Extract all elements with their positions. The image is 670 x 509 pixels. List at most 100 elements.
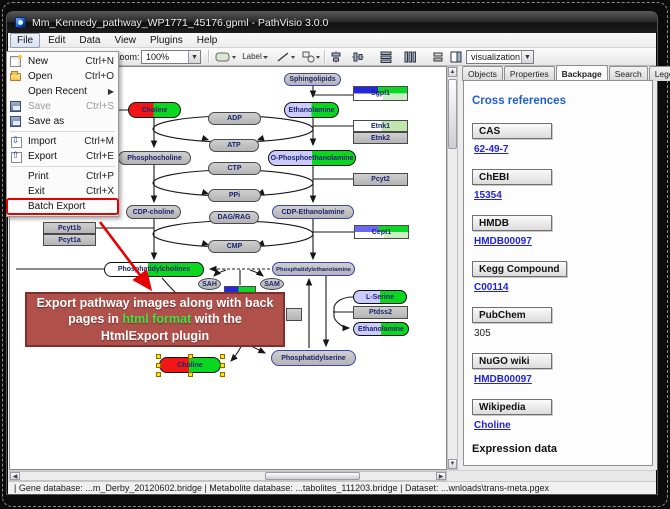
file-menu-item-exit[interactable]: ExitCtrl+X (7, 184, 118, 199)
node-sphingolipids[interactable]: Sphingolipids (284, 73, 341, 86)
gene-etnk1[interactable]: Etnk1 (353, 120, 408, 132)
scroll-up-icon[interactable]: ▲ (448, 67, 457, 77)
label-tool-button[interactable]: Label (241, 49, 271, 64)
node-phosphocholine[interactable]: Phosphocholine (118, 151, 191, 165)
node-ethanolamine[interactable]: Ethanolamine (284, 102, 339, 118)
menu-icon-empty (10, 201, 23, 212)
node-ethanolamine-2[interactable]: Ethanolamine (353, 322, 409, 336)
new-icon-cell (10, 56, 23, 67)
node-adp[interactable]: ADP (208, 112, 261, 125)
file-menu-item-open-recent[interactable]: Open Recent▶ (7, 84, 118, 99)
scroll-left-icon[interactable]: ◀ (10, 472, 20, 480)
chevron-down-icon[interactable]: ▼ (521, 51, 533, 63)
canvas-horizontal-scrollbar[interactable]: ◀ ▶ (9, 471, 447, 481)
menubar-item-file[interactable]: File (10, 33, 40, 48)
file-menu-item-new[interactable]: NewCtrl+N (7, 54, 118, 69)
menubar-item-view[interactable]: View (108, 34, 142, 47)
node-o-phosphoethanolamine[interactable]: O-Phosphoethanolamine (268, 150, 356, 166)
selection-handle[interactable] (156, 354, 161, 359)
visualization-combobox[interactable]: visualization ▼ (466, 50, 534, 64)
selection-handle[interactable] (188, 354, 193, 359)
node-ppi[interactable]: PPi (208, 189, 261, 202)
menubar-item-edit[interactable]: Edit (42, 34, 71, 47)
zoom-combobox[interactable]: 100% ▼ (141, 50, 201, 64)
xref-section-hmdb: HMDBHMDB00097 (472, 213, 644, 247)
align-center-horizontal-button[interactable] (350, 49, 366, 64)
stack-layers-button[interactable] (430, 49, 446, 64)
node-label: O-Phosphoethanolamine (271, 155, 354, 162)
node-choline[interactable]: Choline (128, 102, 181, 118)
selection-handle[interactable] (220, 363, 225, 368)
node-choline-selected[interactable]: Choline (159, 357, 221, 373)
xref-link[interactable]: HMDB00097 (474, 374, 532, 385)
distribute-columns-button[interactable] (402, 49, 418, 64)
node-phosphatidylserine[interactable]: Phosphatidylserine (271, 350, 356, 366)
node-cmp[interactable]: CMP (208, 240, 261, 253)
submenu-arrow-icon: ▶ (108, 87, 114, 96)
canvas-vertical-scrollbar[interactable]: ▲ ▼ (447, 66, 458, 470)
node-label: Phosphatidylserine (281, 355, 346, 362)
vertical-scroll-thumb[interactable] (448, 79, 457, 149)
scroll-right-icon[interactable]: ▶ (436, 472, 446, 480)
file-menu-item-save[interactable]: SaveCtrl+S (7, 99, 118, 114)
node-dag[interactable]: DAG/RAG (209, 211, 259, 224)
tab-objects[interactable]: Objects (462, 66, 503, 81)
distribute-rows-button[interactable] (378, 49, 394, 64)
gene-pcyt1a[interactable]: Pcyt1a (43, 234, 96, 246)
scroll-down-icon[interactable]: ▼ (448, 459, 457, 469)
selection-handle[interactable] (188, 372, 193, 377)
chevron-down-icon[interactable]: ▼ (188, 51, 200, 63)
file-menu-item-import[interactable]: ImportCtrl+M (7, 134, 118, 149)
file-menu-item-save-as[interactable]: Save as (7, 114, 118, 129)
gene-ptdss2[interactable]: Ptdss2 (353, 306, 408, 319)
selection-handle[interactable] (156, 372, 161, 377)
file-menu-item-export[interactable]: ExportCtrl+E (7, 149, 118, 164)
gene-pcyt1b[interactable]: Pcyt1b (43, 222, 96, 234)
gene-etnk2[interactable]: Etnk2 (353, 132, 408, 144)
shape-tool-button[interactable] (300, 49, 324, 64)
selection-handle[interactable] (220, 354, 225, 359)
xref-link[interactable]: C00114 (474, 282, 508, 293)
tab-backpage[interactable]: Backpage (556, 65, 608, 80)
datanode-tool-button[interactable] (213, 49, 239, 64)
xref-link[interactable]: 15354 (474, 190, 502, 201)
node-label: Pcyt1a (58, 237, 81, 244)
xref-title: Kegg Compound (472, 261, 567, 277)
node-cdp-ethanolamine[interactable]: CDP-Ethanolamine (272, 205, 354, 219)
node-atp[interactable]: ATP (209, 139, 259, 152)
tab-properties[interactable]: Properties (504, 66, 555, 81)
tab-legend[interactable]: Legend (649, 66, 670, 81)
save-icon-cell (10, 101, 23, 112)
save-icon-cell (10, 116, 23, 127)
file-menu-item-batch-export[interactable]: Batch Export (7, 199, 118, 214)
node-sam[interactable]: SAM (260, 278, 284, 290)
node-phosphatidylethanolamine[interactable]: Phosphatidylethanolamine (272, 262, 355, 276)
node-ctp[interactable]: CTP (208, 162, 261, 175)
horizontal-scroll-thumb[interactable] (265, 472, 360, 480)
menubar-item-plugins[interactable]: Plugins (144, 34, 189, 47)
node-phosphatidylcholines[interactable]: Phosphatidylcholines (104, 262, 204, 277)
menubar-item-help[interactable]: Help (191, 34, 224, 47)
selection-handle[interactable] (220, 372, 225, 377)
gene-cept1[interactable]: Cept1 (354, 225, 409, 239)
node-sah[interactable]: SAH (198, 278, 221, 290)
menubar-item-data[interactable]: Data (73, 34, 106, 47)
line-tool-button[interactable] (274, 49, 298, 64)
gene-pcyt2[interactable]: Pcyt2 (353, 173, 408, 186)
selection-handle[interactable] (156, 363, 161, 368)
align-center-vertical-button[interactable] (328, 49, 344, 64)
open-icon (10, 73, 21, 81)
side-panel-button[interactable] (448, 49, 464, 64)
gene-partial-2[interactable] (286, 308, 302, 321)
file-menu-item-open[interactable]: OpenCtrl+O (7, 69, 118, 84)
tab-search[interactable]: Search (609, 66, 648, 81)
xref-link[interactable]: HMDB00097 (474, 236, 532, 247)
xref-link[interactable]: 62-49-7 (474, 144, 508, 155)
file-menu-item-print[interactable]: PrintCtrl+P (7, 169, 118, 184)
menu-item-label: Open (28, 71, 52, 82)
node-cdp-choline[interactable]: CDP-choline (126, 205, 181, 219)
xref-link[interactable]: Choline (474, 420, 511, 431)
node-l-serine[interactable]: L-Serine (353, 290, 407, 304)
menu-item-shortcut: Ctrl+S (86, 101, 114, 112)
gene-sgpl1[interactable]: Sgpl1 (353, 86, 408, 101)
